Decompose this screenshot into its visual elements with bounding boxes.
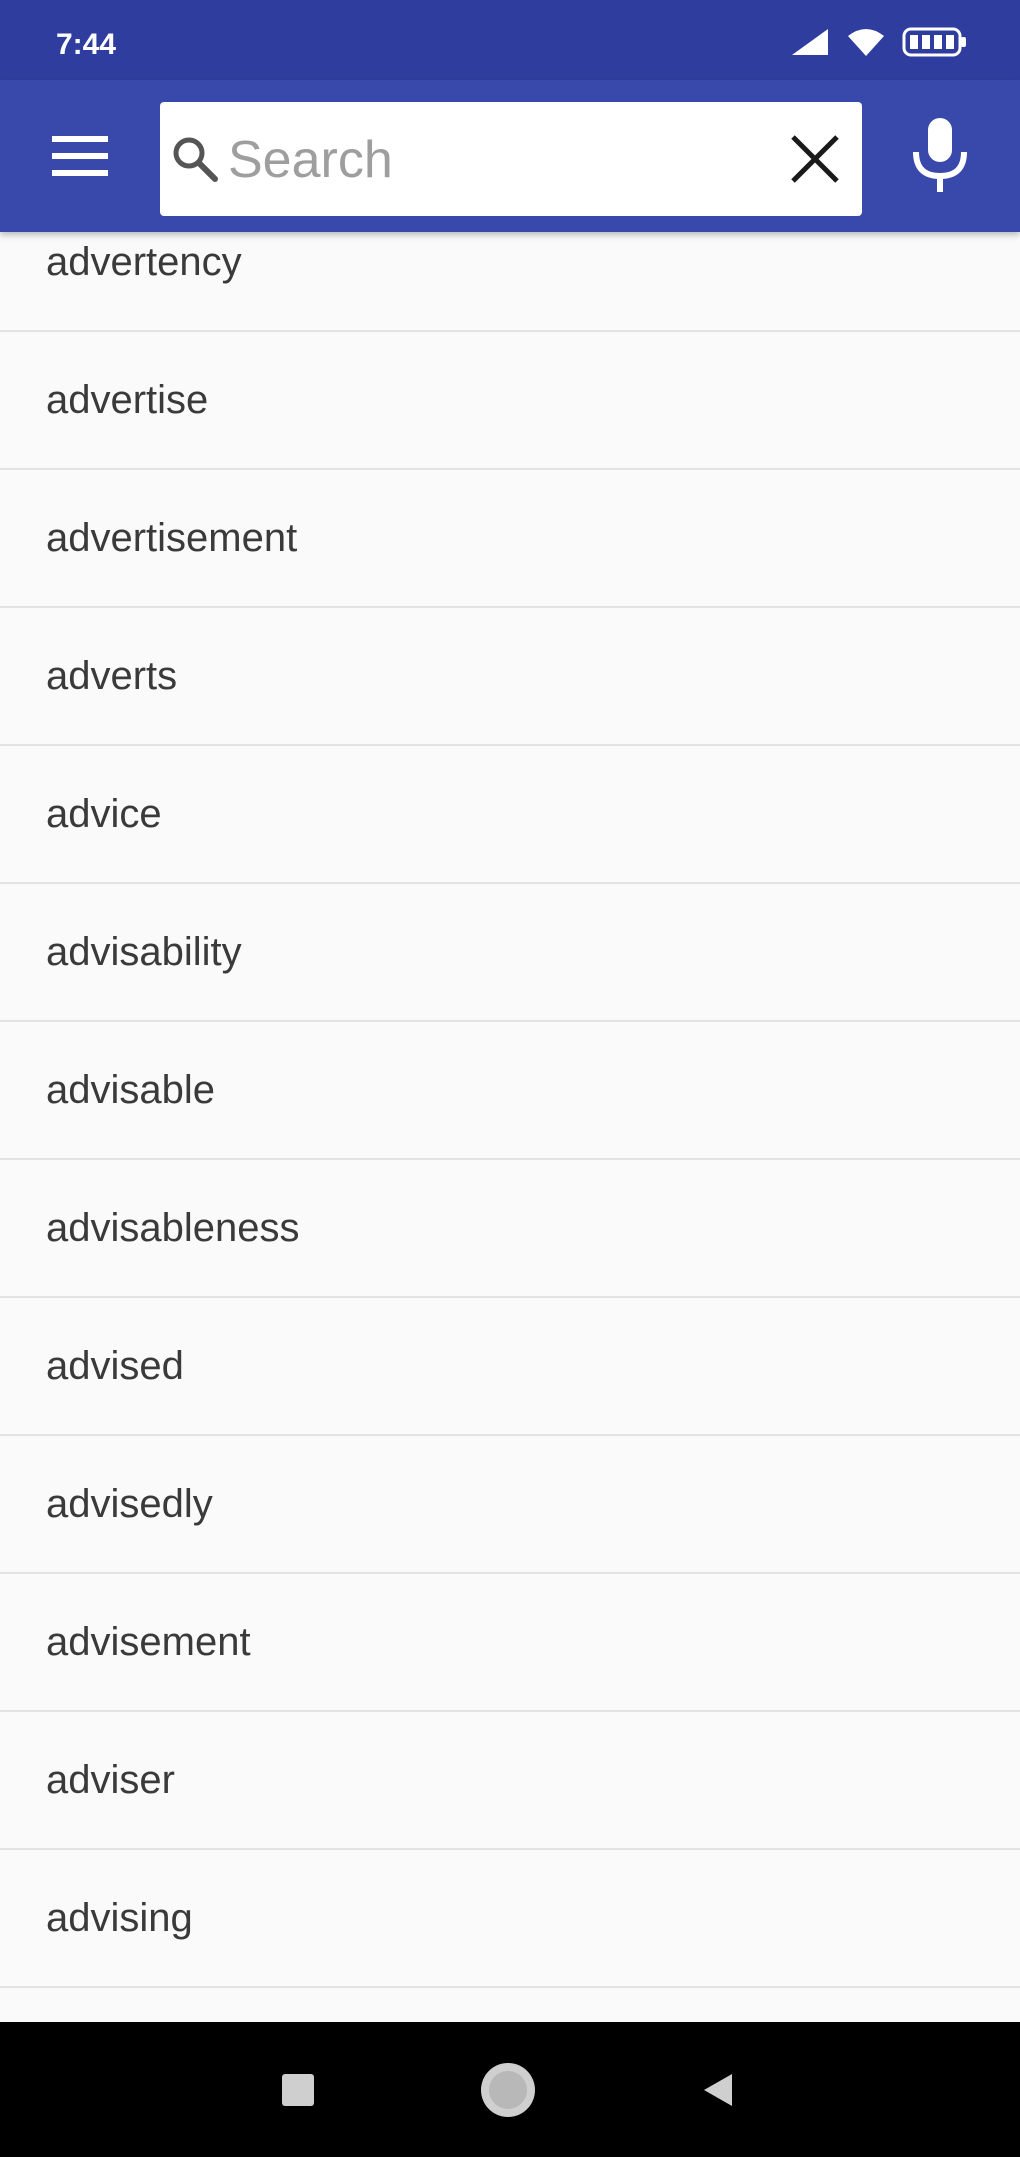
home-circle-icon: [481, 2063, 535, 2117]
word-list: advertency advertise advertisement adver…: [0, 232, 1020, 2022]
signal-icon: [792, 29, 828, 55]
word-label: advisement: [46, 1620, 251, 1664]
status-icons: [790, 26, 968, 58]
battery-icon: [902, 27, 966, 57]
list-item[interactable]: advertency: [0, 232, 1020, 332]
word-label: advertise: [46, 378, 209, 422]
list-item[interactable]: advisement: [0, 1574, 1020, 1712]
word-label: advisableness: [46, 1206, 300, 1250]
list-item[interactable]: advised: [0, 1298, 1020, 1436]
list-item[interactable]: adverts: [0, 608, 1020, 746]
list-item[interactable]: advertise: [0, 332, 1020, 470]
app-bar: [0, 80, 1020, 232]
search-icon: [173, 137, 218, 182]
close-icon: [791, 135, 839, 183]
word-label: advertisement: [46, 516, 298, 560]
list-item[interactable]: advertisement: [0, 470, 1020, 608]
word-label: advisedly: [46, 1482, 213, 1526]
menu-button[interactable]: [40, 124, 120, 188]
recents-button[interactable]: [268, 2060, 328, 2120]
back-triangle-icon: [704, 2074, 732, 2106]
list-item[interactable]: advice: [0, 746, 1020, 884]
list-item[interactable]: advising: [0, 1850, 1020, 1988]
word-label: advice: [46, 792, 162, 836]
word-label: advising: [46, 1896, 193, 1940]
status-bar: 7:44: [0, 0, 1020, 80]
hamburger-menu-icon: [52, 136, 108, 176]
word-label: advertency: [46, 240, 242, 284]
clear-search-button[interactable]: [782, 126, 848, 192]
list-item[interactable]: advisedly: [0, 1436, 1020, 1574]
word-label: advised: [46, 1344, 184, 1388]
navigation-bar: [0, 2022, 1020, 2157]
list-item[interactable]: advisableness: [0, 1160, 1020, 1298]
list-item[interactable]: advisability: [0, 884, 1020, 1022]
word-label: adverts: [46, 654, 178, 698]
list-item[interactable]: adviser: [0, 1712, 1020, 1850]
search-box: [160, 102, 862, 216]
list-item[interactable]: advisable: [0, 1022, 1020, 1160]
microphone-icon: [913, 118, 967, 192]
search-input[interactable]: [226, 124, 760, 196]
voice-search-button[interactable]: [900, 110, 980, 202]
status-time: 7:44: [56, 28, 117, 61]
word-label: adviser: [46, 1758, 175, 1802]
home-button[interactable]: [478, 2060, 538, 2120]
recents-square-icon: [282, 2074, 314, 2106]
back-button[interactable]: [688, 2060, 748, 2120]
word-label: advisability: [46, 930, 242, 974]
wifi-icon: [848, 29, 884, 56]
word-label: advisable: [46, 1068, 216, 1112]
